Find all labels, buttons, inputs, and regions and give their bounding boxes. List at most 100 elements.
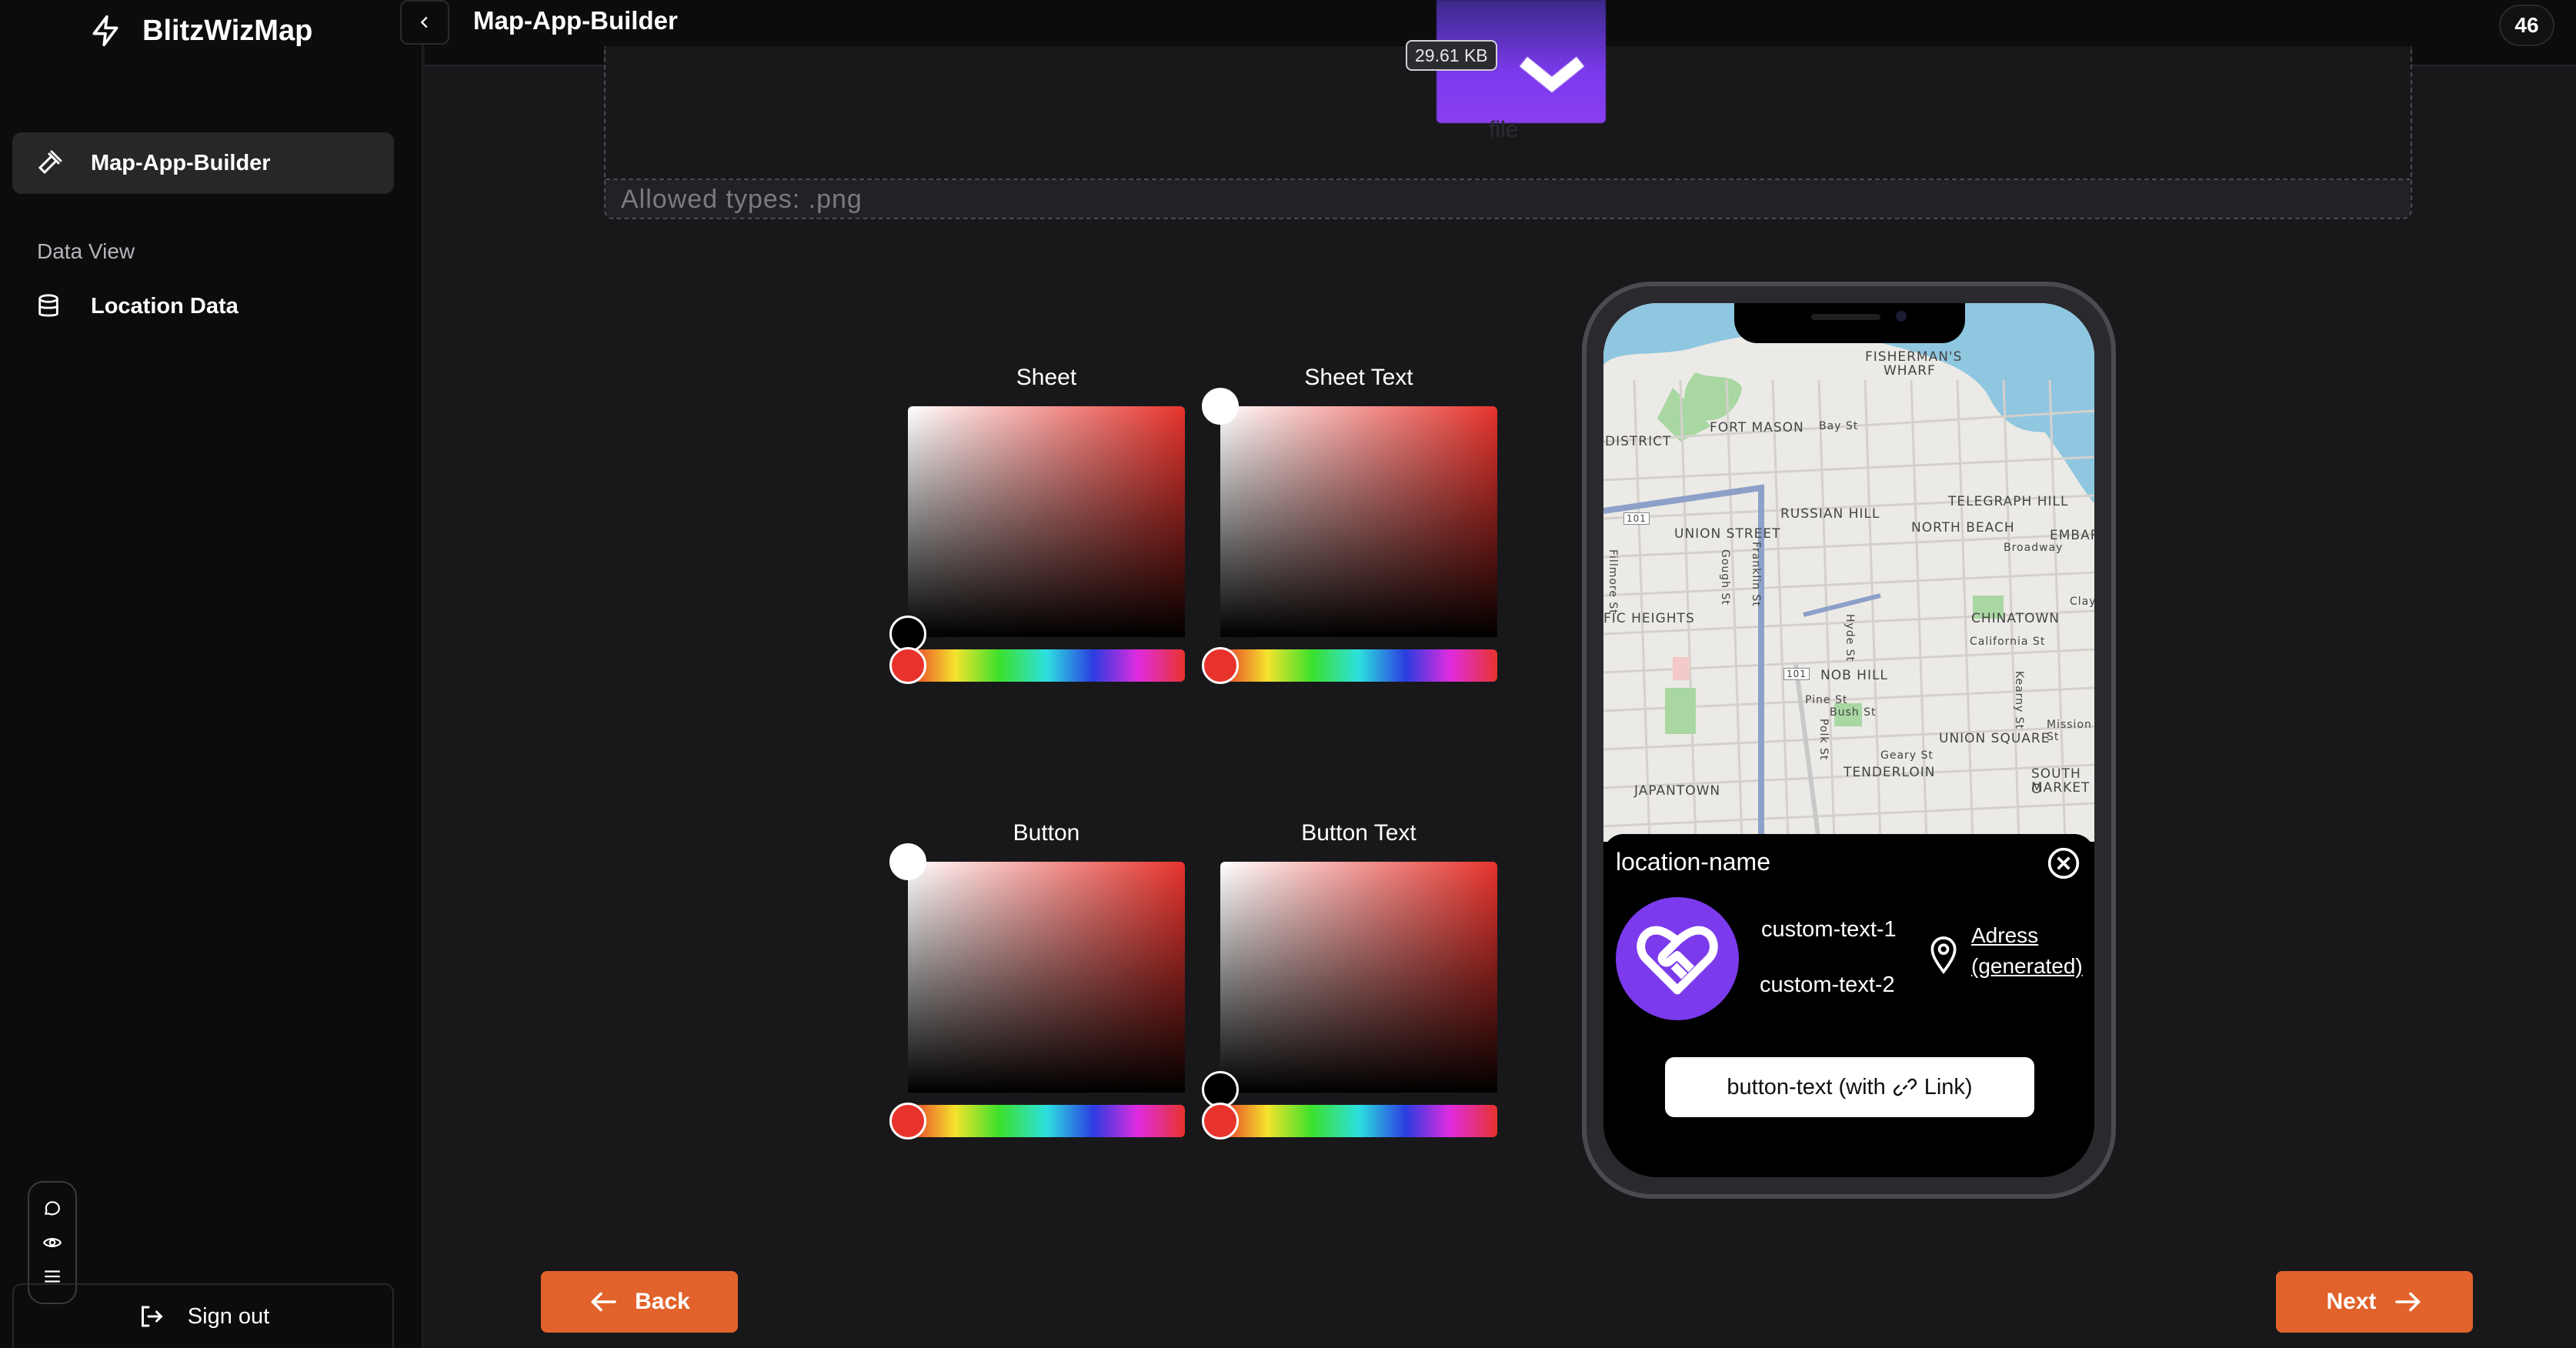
location-sheet: location-name custom-text-1 custom-text-…	[1603, 834, 2094, 1177]
map-label: Broadway	[2004, 542, 2064, 554]
hue-handle[interactable]	[1202, 647, 1239, 684]
map-label: TENDERLOIN	[1844, 765, 1936, 780]
button-color-picker: Button	[889, 820, 1185, 1143]
phone-screen: FISHERMAN'S WHARF FORT MASON DISTRICT Ba…	[1603, 303, 2094, 1177]
section-label-data-view: Data View	[37, 239, 135, 263]
hammer-icon	[38, 150, 62, 175]
map-label: Bush St	[1830, 706, 1877, 719]
map-label: TELEGRAPH HILL	[1948, 494, 2069, 509]
highway-shield: 101	[1784, 668, 1810, 680]
page-title: Map-App-Builder	[473, 6, 678, 35]
camera	[1896, 311, 1907, 322]
close-icon[interactable]	[2047, 846, 2080, 880]
saturation-area[interactable]	[908, 862, 1185, 1093]
sidebar-item-label: Location Data	[91, 293, 239, 319]
sidebar-item-location-data[interactable]: Location Data	[35, 292, 239, 320]
map-label: DISTRICT	[1605, 434, 1672, 449]
sign-out-button[interactable]: Sign out	[12, 1283, 394, 1348]
map-label: UNION STREET	[1674, 526, 1781, 542]
link-icon	[1893, 1078, 1917, 1096]
address-link[interactable]: Adress (generated)	[1971, 920, 2094, 982]
counter-badge[interactable]: 46	[2499, 5, 2554, 46]
hue-handle[interactable]	[889, 1103, 926, 1139]
eye-icon[interactable]	[42, 1233, 62, 1253]
collapse-sidebar-button[interactable]	[400, 0, 449, 45]
sidebar-item-label: Map-App-Builder	[91, 150, 271, 175]
map-label: Mission St	[2047, 719, 2092, 743]
heart-handshake-icon	[1637, 926, 1718, 995]
lightning-icon	[92, 15, 118, 47]
file-name: file	[1489, 117, 1519, 142]
map-label: RUSSIAN HILL	[1780, 506, 1880, 522]
map-label: JAPANTOWN	[1634, 783, 1721, 799]
hue-slider[interactable]	[908, 1105, 1185, 1137]
location-name: location-name	[1616, 848, 1770, 876]
map-pin-icon	[1930, 936, 1957, 975]
custom-text-1: custom-text-1	[1761, 917, 1897, 942]
database-icon	[38, 294, 58, 317]
back-button[interactable]: Back	[541, 1271, 738, 1333]
button-text-color-picker: Button Text	[1202, 820, 1497, 1143]
saturation-area[interactable]	[1220, 862, 1497, 1093]
next-button[interactable]: Next	[2276, 1271, 2473, 1333]
preview-cta-button[interactable]: button-text (with Link)	[1665, 1057, 2034, 1117]
custom-text-2: custom-text-2	[1760, 973, 1895, 997]
hue-handle[interactable]	[1202, 1103, 1239, 1139]
map-label: Polk St	[1817, 719, 1830, 761]
hue-slider[interactable]	[1220, 1105, 1497, 1137]
speaker	[1811, 314, 1880, 320]
phone-preview: FISHERMAN'S WHARF FORT MASON DISTRICT Ba…	[1582, 282, 2116, 1199]
hue-slider[interactable]	[1220, 649, 1497, 682]
picker-title: Sheet	[1016, 365, 1077, 390]
next-label: Next	[2326, 1289, 2377, 1314]
back-label: Back	[635, 1289, 690, 1314]
sheet-text-color-picker: Sheet Text	[1202, 365, 1497, 688]
map-label: Pine St	[1805, 694, 1848, 706]
sign-out-label: Sign out	[187, 1303, 270, 1329]
saturation-area[interactable]	[1220, 406, 1497, 637]
map-view[interactable]: FISHERMAN'S WHARF FORT MASON DISTRICT Ba…	[1603, 303, 2094, 842]
file-size-badge: 29.61 KB	[1406, 40, 1497, 71]
arrow-right-icon	[2394, 1292, 2421, 1312]
map-label: Hyde St	[1844, 614, 1856, 662]
allowed-types-text: Allowed types: .png	[621, 185, 863, 214]
picker-title: Sheet Text	[1304, 365, 1413, 390]
chevron-left-icon	[420, 16, 428, 28]
map-label: Geary St	[1880, 749, 1934, 762]
map-label: MARKET	[2031, 780, 2090, 796]
highway-shield: 101	[1623, 512, 1650, 525]
cta-label: Link)	[1924, 1074, 1973, 1099]
map-label: Fillmore St	[1607, 549, 1619, 615]
map-label: NORTH BEACH	[1911, 520, 2015, 536]
map-label: FIC HEIGHTS	[1603, 611, 1695, 626]
brand[interactable]: BlitzWizMap	[88, 14, 312, 48]
chat-icon[interactable]	[42, 1199, 62, 1219]
map-label: Kearny St	[2013, 671, 2025, 730]
map-label: WHARF	[1884, 363, 1936, 379]
map-label: EMBAR	[2050, 528, 2094, 543]
map-label: Franklin St	[1750, 542, 1762, 607]
file-upload-dropzone[interactable]: 29.61 KB file Allowed types: .png	[604, 0, 2412, 219]
saturation-area[interactable]	[908, 406, 1185, 637]
map-streets	[1603, 303, 2094, 842]
map-label: UNION SQUARE	[1939, 731, 2050, 746]
saturation-handle[interactable]	[889, 843, 926, 880]
picker-title: Button Text	[1301, 820, 1416, 846]
uploaded-file-preview[interactable]: 29.61 KB	[1406, 0, 1610, 169]
sidebar-item-map-app-builder[interactable]: Map-App-Builder	[12, 132, 394, 194]
upload-footer	[606, 180, 2411, 218]
arrow-left-icon	[591, 1292, 616, 1312]
map-label: California St	[1970, 636, 2046, 648]
address-line: Adress	[1971, 923, 2039, 947]
cta-label: button-text (with	[1727, 1074, 1886, 1099]
check-icon	[1519, 56, 1585, 93]
map-label: FISHERMAN'S	[1865, 349, 1963, 365]
saturation-handle[interactable]	[1202, 388, 1239, 425]
location-logo	[1616, 897, 1739, 1020]
phone-notch	[1734, 303, 1965, 343]
hue-slider[interactable]	[908, 649, 1185, 682]
map-label: CHINATOWN	[1971, 611, 2060, 626]
logout-icon	[141, 1306, 163, 1327]
hue-handle[interactable]	[889, 647, 926, 684]
map-label: NOB HILL	[1820, 668, 1888, 683]
